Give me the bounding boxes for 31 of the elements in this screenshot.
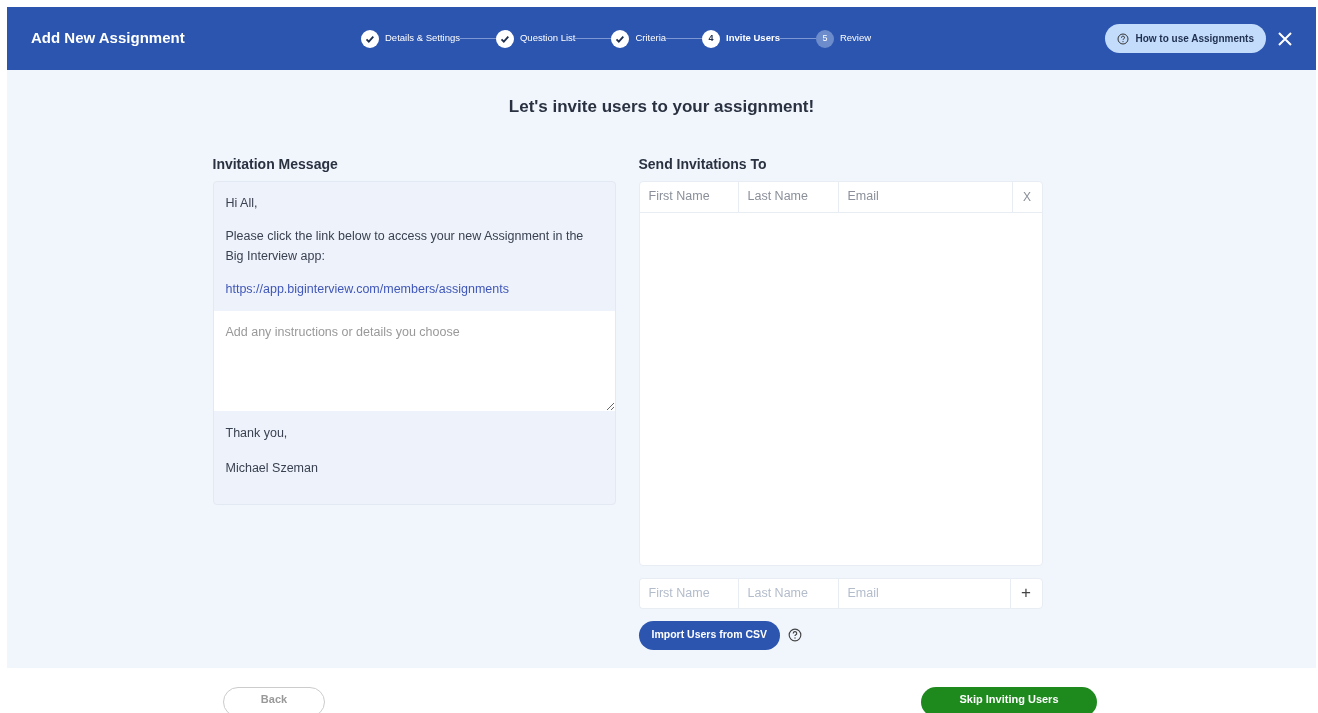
message-text: Please click the link below to access your new Assignment in the Big Interview app: <box>225 228 585 266</box>
section-title: Send Invitations To <box>638 154 768 174</box>
step-number: 4 <box>702 29 721 48</box>
closing-text: Thank you, <box>225 425 289 442</box>
instructions-field[interactable]: Add any instructions or details you choose <box>213 311 615 411</box>
step-number: 5 <box>815 29 834 48</box>
step-label: Invite Users <box>726 31 780 46</box>
help-icon[interactable] <box>788 628 803 642</box>
column-header: Email <box>838 181 1013 212</box>
close-icon[interactable] <box>1278 31 1292 46</box>
text-field[interactable]: Email <box>837 577 1010 609</box>
skip-button[interactable]: Skip Inviting Users <box>921 687 1097 713</box>
step-label: Details & Settings <box>385 31 460 46</box>
add-button[interactable]: + <box>1009 577 1043 609</box>
text-field[interactable]: Last Name <box>737 577 838 609</box>
signature-text: Michael Szeman <box>225 459 319 477</box>
section-title: Invitation Message <box>212 154 339 174</box>
step-label: Question List <box>520 31 576 46</box>
step-label: Criteria <box>635 31 667 46</box>
step-label: Review <box>839 31 872 46</box>
text-field[interactable]: First Name <box>638 577 738 609</box>
column-header: Last Name <box>738 181 839 212</box>
page-heading: Let's invite users to your assignment! <box>508 96 815 118</box>
assignment-link[interactable]: https://app.biginterview.com/members/assignments <box>225 280 603 299</box>
help-button[interactable]: How to use Assignments <box>1105 24 1266 53</box>
import-button[interactable]: Import Users from CSV <box>638 620 781 650</box>
help-icon <box>1117 32 1130 45</box>
page-title: Add New Assignment <box>31 28 186 49</box>
remove-button[interactable]: X <box>1012 181 1042 212</box>
column-header: First Name <box>639 181 739 212</box>
greeting-text: Hi All, <box>225 194 259 212</box>
